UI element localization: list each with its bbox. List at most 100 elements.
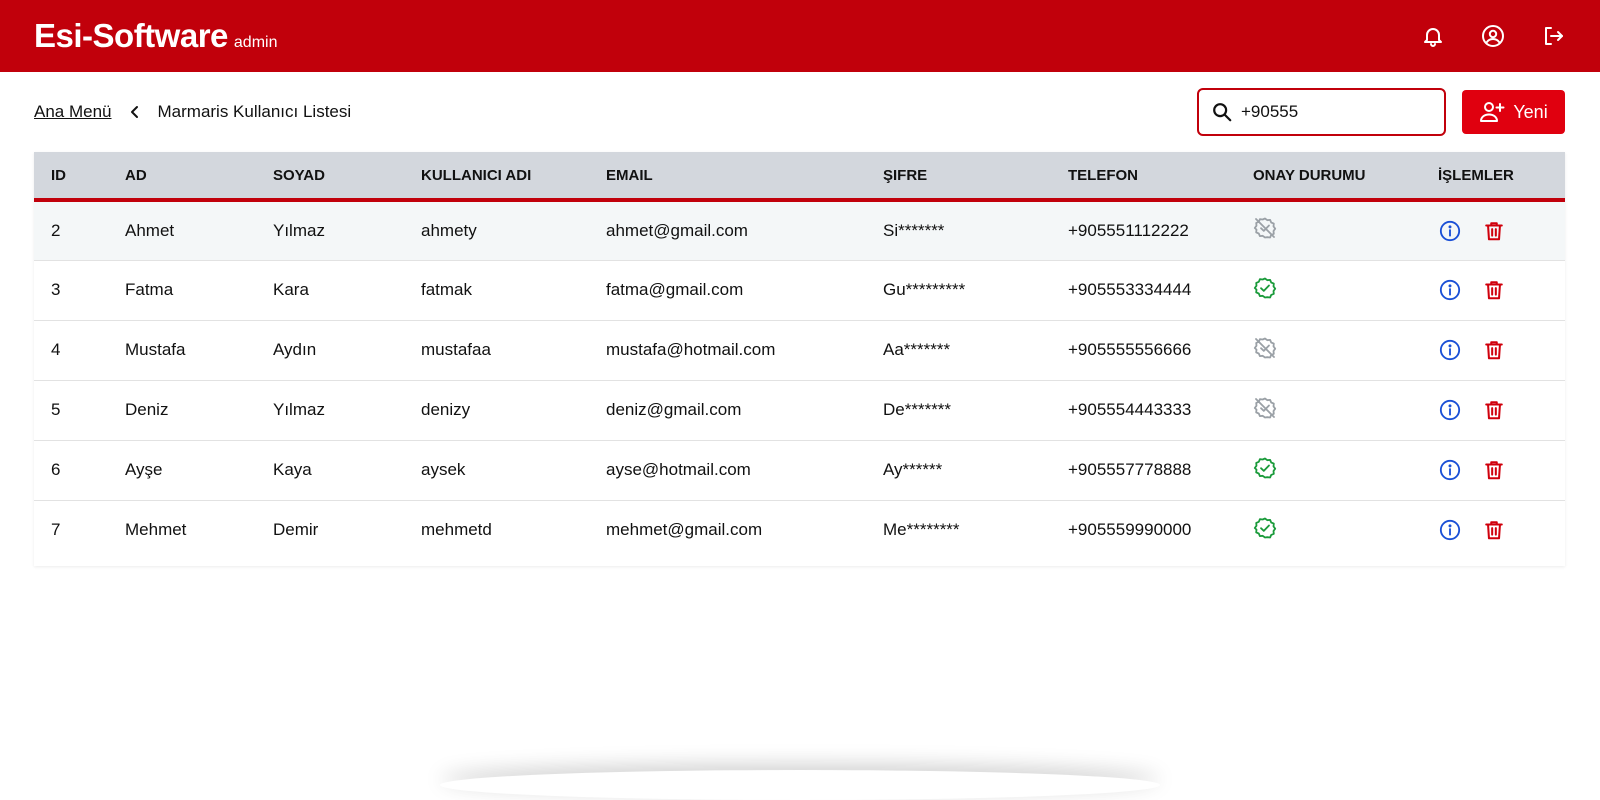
row-actions <box>1438 219 1565 243</box>
cell-soyad: Yılmaz <box>273 220 325 240</box>
row-actions <box>1438 518 1565 542</box>
row-actions <box>1438 278 1565 302</box>
cell-sifre: Me******** <box>883 520 960 540</box>
info-icon[interactable] <box>1438 458 1462 482</box>
app-title: Esi-Software <box>34 17 228 54</box>
trash-icon[interactable] <box>1482 219 1506 243</box>
cell-ad: Ahmet <box>125 220 175 240</box>
cell-email: ahmet@gmail.com <box>606 220 748 240</box>
cell-sifre: Ay****** <box>883 460 943 479</box>
cell-soyad: Kara <box>273 280 309 299</box>
user-role: admin <box>233 34 278 51</box>
cell-sifre: Aa******* <box>883 340 951 359</box>
column-header: İŞLEMLER <box>1438 166 1514 184</box>
cell-sifre: De******* <box>883 400 952 419</box>
unverified-badge-icon <box>1253 217 1277 240</box>
trash-icon[interactable] <box>1482 338 1506 362</box>
logout-icon[interactable] <box>1540 23 1566 49</box>
cell-email: ayse@hotmail.com <box>606 460 751 479</box>
row-actions <box>1438 458 1565 482</box>
cell-telefon: +905555556666 <box>1068 340 1192 359</box>
cell-telefon: +905557778888 <box>1068 460 1192 479</box>
unverified-badge-icon <box>1253 337 1277 359</box>
cell-onay <box>1236 320 1421 380</box>
app-header: Esi-Software admin <box>0 0 1600 72</box>
cell-onay <box>1236 440 1421 500</box>
cell-id: 7 <box>51 520 61 540</box>
users-table: ID AD SOYAD KULLANICI ADI EMAIL ŞIFRE TE… <box>34 152 1565 560</box>
table-header-row: ID AD SOYAD KULLANICI ADI EMAIL ŞIFRE TE… <box>34 152 1565 200</box>
trash-icon[interactable] <box>1482 458 1506 482</box>
table-row[interactable]: 4 Mustafa Aydın mustafaa mustafa@hotmail.com… <box>34 320 1565 380</box>
table-row[interactable]: 5 Deniz Yılmaz denizy deniz@gmail.com De*****… <box>34 380 1565 440</box>
row-actions <box>1438 338 1565 362</box>
trash-icon[interactable] <box>1482 278 1506 302</box>
row-actions <box>1438 398 1565 422</box>
cell-email: fatma@gmail.com <box>606 280 744 299</box>
cell-onay <box>1236 260 1421 320</box>
column-header[interactable]: ONAY DURUMU <box>1236 152 1421 200</box>
cell-id: 2 <box>51 220 61 240</box>
cell-email: mustafa@hotmail.com <box>606 340 776 359</box>
verified-badge-icon <box>1253 517 1277 539</box>
cell-id: 4 <box>51 340 61 359</box>
trash-icon[interactable] <box>1482 518 1506 542</box>
page-title: Marmaris Kullanıcı Listesi <box>157 102 352 121</box>
table-row[interactable]: 3 Fatma Kara fatmak fatma@gmail.com Gu*******… <box>34 260 1565 320</box>
cell-kullanici: ahmety <box>421 220 477 240</box>
table-row[interactable]: 6 Ayşe Kaya aysek ayse@hotmail.com Ay****** +9… <box>34 440 1565 500</box>
verified-badge-icon <box>1253 277 1277 299</box>
cell-kullanici: mustafaa <box>421 340 491 359</box>
cell-id: 5 <box>51 400 61 419</box>
cell-onay <box>1236 380 1421 440</box>
cell-ad: Ayşe <box>125 460 163 479</box>
cell-sifre: Si******* <box>883 220 945 240</box>
table-row[interactable]: 2 Ahmet Yılmaz ahmety ahmet@gmail.com Si*****… <box>34 200 1565 260</box>
cell-actions <box>1421 320 1565 380</box>
column-header[interactable]: TELEFON <box>1051 152 1236 200</box>
header-actions <box>1386 23 1566 49</box>
cell-actions <box>1421 380 1565 440</box>
column-header[interactable]: SOYAD <box>256 152 404 200</box>
column-header[interactable]: EMAIL <box>589 152 866 200</box>
brand: Esi-Software admin <box>34 17 277 55</box>
cell-onay <box>1236 500 1421 560</box>
unverified-badge-icon <box>1253 397 1277 419</box>
new-user-button[interactable]: Yeni <box>1462 90 1565 134</box>
cell-actions <box>1421 440 1565 500</box>
cell-kullanici: fatmak <box>421 280 473 299</box>
cell-kullanici: mehmetd <box>421 520 492 540</box>
info-icon[interactable] <box>1438 338 1462 362</box>
cell-email: mehmet@gmail.com <box>606 520 763 540</box>
column-header[interactable]: AD <box>108 152 256 200</box>
info-icon[interactable] <box>1438 278 1462 302</box>
cell-ad: Mustafa <box>125 340 186 359</box>
trash-icon[interactable] <box>1482 398 1506 422</box>
cell-id: 3 <box>51 280 61 299</box>
cell-sifre: Gu********* <box>883 280 966 299</box>
cell-telefon: +905551112222 <box>1068 220 1189 240</box>
column-header[interactable]: ID <box>34 152 108 200</box>
cell-ad: Mehmet <box>125 520 187 540</box>
breadcrumb-home-link[interactable]: Ana Menü <box>34 102 112 122</box>
account-circle-icon[interactable] <box>1480 23 1506 49</box>
column-header[interactable]: ŞIFRE <box>866 152 1051 200</box>
info-icon[interactable] <box>1438 219 1462 243</box>
cell-telefon: +905553334444 <box>1068 280 1192 299</box>
info-icon[interactable] <box>1438 518 1462 542</box>
cell-actions <box>1421 200 1565 260</box>
search-box[interactable] <box>1197 88 1446 136</box>
search-input[interactable] <box>1241 102 1431 122</box>
cell-email: deniz@gmail.com <box>606 400 742 419</box>
table-row[interactable]: 7 Mehmet Demir mehmetd mehmet@gmail.com Me***… <box>34 500 1565 560</box>
info-icon[interactable] <box>1438 398 1462 422</box>
cell-id: 6 <box>51 460 61 479</box>
cell-soyad: Kaya <box>273 460 312 479</box>
cell-telefon: +905554443333 <box>1068 400 1192 419</box>
verified-badge-icon <box>1253 457 1277 479</box>
column-header[interactable]: KULLANICI ADI <box>404 152 589 200</box>
cell-soyad: Aydın <box>273 340 317 359</box>
cell-telefon: +905559990000 <box>1068 520 1192 540</box>
bell-icon[interactable] <box>1420 23 1446 49</box>
chevron-left-icon[interactable] <box>128 105 142 119</box>
